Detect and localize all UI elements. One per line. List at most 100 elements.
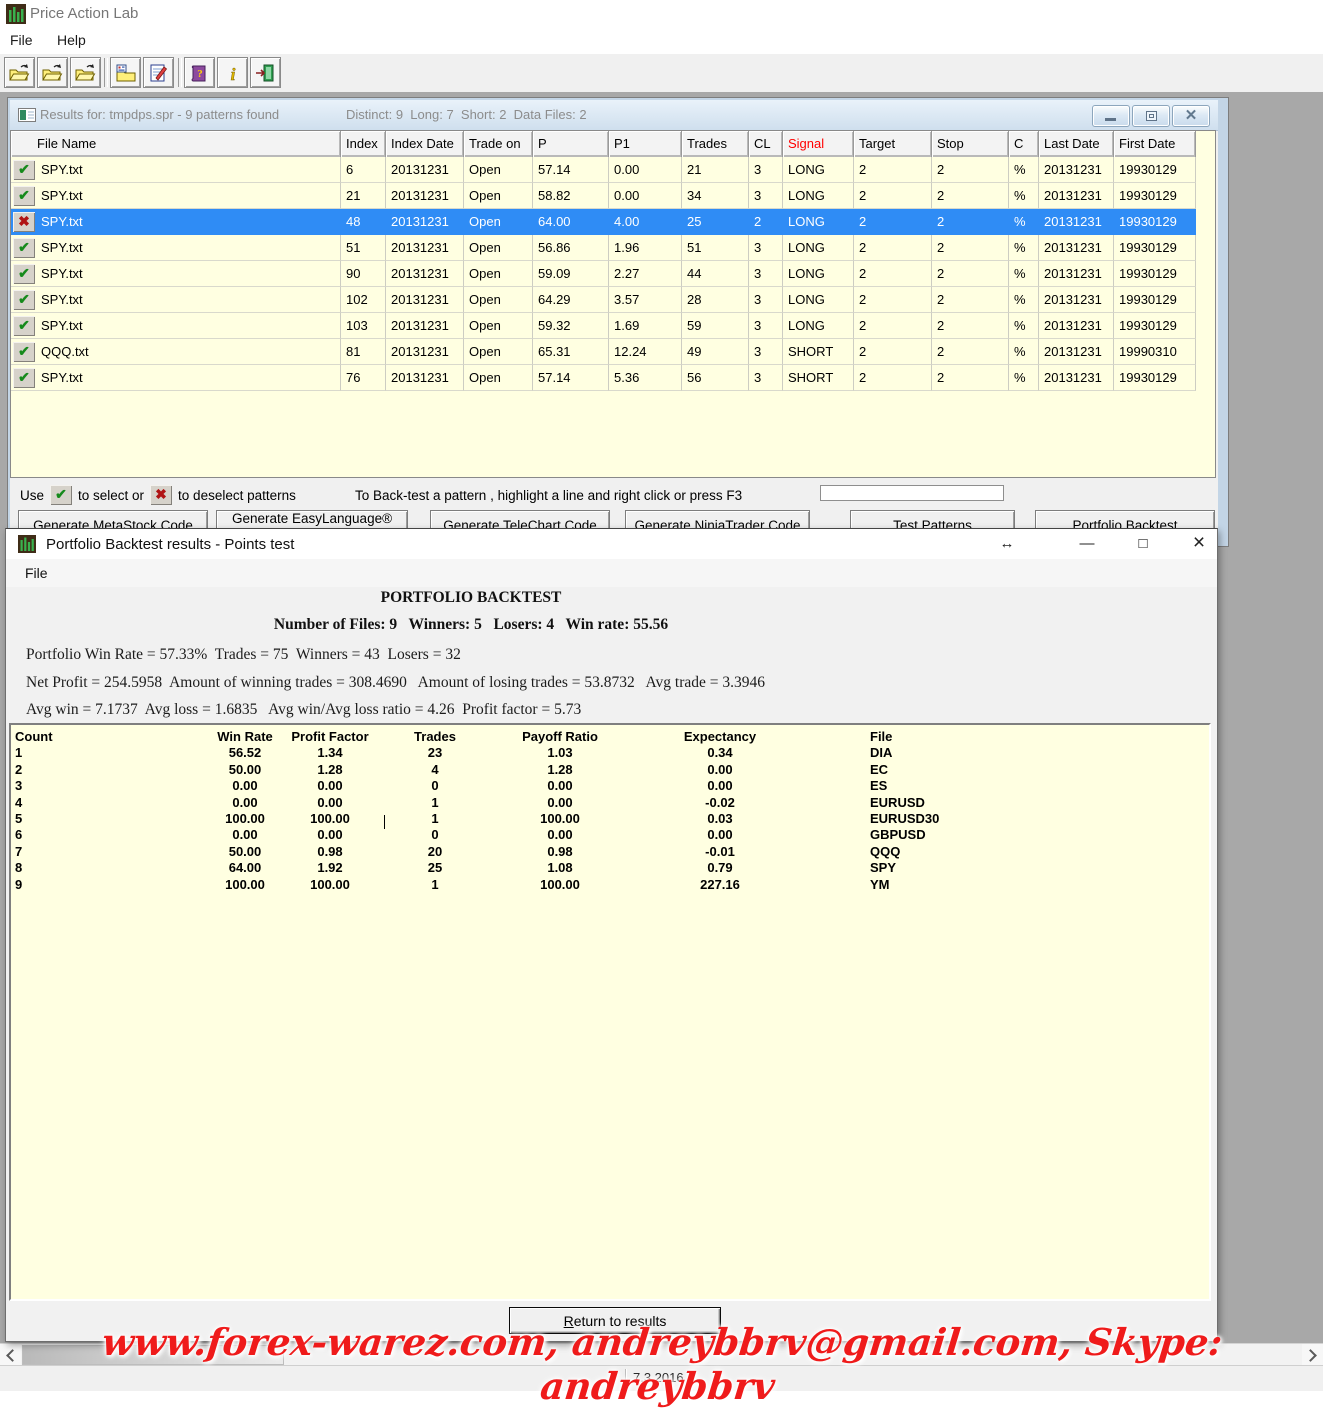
cell: SHORT [783,365,854,391]
stat-line: Avg win = 7.1737 Avg loss = 1.6835 Avg w… [26,696,765,724]
cell: LONG [783,313,854,339]
column-header-trade-on[interactable]: Trade on [464,131,533,157]
results-window-titlebar[interactable]: Results for: tmpdps.spr - 9 patterns fou… [10,100,1218,131]
column-header-p[interactable]: P [533,131,609,157]
maximize-icon[interactable]: □ [1126,529,1160,558]
horizontal-scrollbar[interactable] [0,1343,1323,1366]
edit-note-icon [147,62,171,84]
scroll-right-button[interactable] [1302,1344,1323,1366]
pattern-row[interactable]: ✔SPY.txt7620131231Open57.145.36563SHORT2… [11,365,1196,391]
column-header-c[interactable]: C [1009,131,1039,157]
column-header-index[interactable]: Index [341,131,386,157]
edit-note-button[interactable] [143,57,174,88]
results-restore-button[interactable] [1132,105,1170,127]
cell: 59.32 [533,313,609,339]
cell: 3 [749,157,783,183]
cell: 65.31 [533,339,609,365]
menu-help[interactable]: Help [47,28,96,52]
check-icon[interactable]: ✔ [13,160,35,180]
close-icon[interactable]: × [1182,529,1216,558]
check-icon[interactable]: ✔ [13,316,35,336]
progress-bar [820,485,1004,501]
cell: 102 [341,287,386,313]
open-folder-icon [8,62,32,84]
column-header-p1[interactable]: P1 [609,131,682,157]
pattern-row[interactable]: ✔SPY.txt2120131231Open58.820.00343LONG22… [11,183,1196,209]
open-file-button-3[interactable] [70,57,101,88]
backtest-cell: SPY [810,860,896,876]
scroll-left-button[interactable] [0,1344,21,1366]
check-icon[interactable]: ✔ [13,342,35,362]
cross-icon[interactable]: ✖ [13,212,35,232]
backtest-cell: 0.98 [280,844,380,860]
backtest-cell: 1 [380,795,490,811]
results-close-button[interactable]: ✕ [1172,105,1210,127]
chevron-left-icon [6,1349,19,1362]
check-icon[interactable]: ✔ [13,238,35,258]
check-icon[interactable]: ✔ [13,264,35,284]
check-icon[interactable]: ✔ [13,368,35,388]
backtest-window-titlebar[interactable]: Portfolio Backtest results - Points test… [6,529,1217,559]
file-name: SPY.txt [41,209,83,234]
resize-icon[interactable]: ↔ [990,529,1024,558]
cell: 1.69 [609,313,682,339]
cell: 2 [854,183,932,209]
backtest-subheading: Number of Files: 9 Winners: 5 Losers: 4 … [6,616,936,634]
results-minimize-button[interactable] [1092,105,1130,127]
pattern-row[interactable]: ✔SPY.txt10220131231Open64.293.57283LONG2… [11,287,1196,313]
pattern-row[interactable]: ✖SPY.txt4820131231Open64.004.00252LONG22… [11,209,1196,235]
help-book-button[interactable]: ? [184,57,215,88]
open-file-button-2[interactable] [37,57,68,88]
cell: 25 [682,209,749,235]
column-header-last-date[interactable]: Last Date [1039,131,1114,157]
backtest-cell: 50.00 [210,844,280,860]
column-header-file-name[interactable]: File Name [11,131,341,157]
scrollbar-thumb[interactable] [22,1345,284,1365]
pattern-row[interactable]: ✔SPY.txt620131231Open57.140.00213LONG22%… [11,157,1196,183]
cell: LONG [783,157,854,183]
return-to-results-button[interactable]: Return to results [509,1307,721,1334]
column-header-target[interactable]: Target [854,131,932,157]
backtest-cell: 4 [11,795,210,811]
exit-door-button[interactable] [250,57,281,88]
backtest-row: 156.521.34231.030.34DIA [11,745,1209,761]
column-header-cl[interactable]: CL [749,131,783,157]
backtest-cell: 23 [380,745,490,761]
about-info-button[interactable]: i [217,57,248,88]
backtest-row: 750.000.98200.98-0.01QQQ [11,844,1209,860]
cell: Open [464,261,533,287]
backtest-cell: -0.01 [630,844,810,860]
column-header-first-date[interactable]: First Date [1114,131,1196,157]
backtest-cell: GBPUSD [810,827,926,843]
column-header-stop[interactable]: Stop [932,131,1009,157]
open-file-button-1[interactable] [4,57,35,88]
cell: 59.09 [533,261,609,287]
backtest-cell: 0.00 [210,795,280,811]
column-header-index-date[interactable]: Index Date [386,131,464,157]
cell: 3 [749,183,783,209]
minimize-icon [1105,118,1116,121]
column-header-trades[interactable]: Trades [682,131,749,157]
backtest-menu-file[interactable]: File [19,563,54,583]
check-icon[interactable]: ✔ [13,186,35,206]
backtest-cell: 1.34 [280,745,380,761]
menu-file[interactable]: File [0,28,43,52]
backtest-row: 60.000.0000.000.00GBPUSD [11,827,1209,843]
pattern-row[interactable]: ✔SPY.txt9020131231Open59.092.27443LONG22… [11,261,1196,287]
column-header-signal[interactable]: Signal [783,131,854,157]
cell: 59 [682,313,749,339]
pattern-row[interactable]: ✔SPY.txt5120131231Open56.861.96513LONG22… [11,235,1196,261]
cell: % [1009,209,1039,235]
cell: 20131231 [1039,157,1114,183]
backtest-cell: 0.00 [630,762,810,778]
backtest-window-title: Portfolio Backtest results - Points test [46,536,294,553]
backtest-cell: 7 [11,844,210,860]
scan-folder-icon [114,62,138,84]
pattern-row[interactable]: ✔QQQ.txt8120131231Open65.3112.24493SHORT… [11,339,1196,365]
backtest-row: 5100.00100.001100.000.03EURUSD30 [11,811,1209,827]
backtest-cell: 0.00 [490,827,630,843]
minimize-icon[interactable]: — [1070,529,1104,558]
check-icon[interactable]: ✔ [13,290,35,310]
scan-folder-button[interactable] [110,57,141,88]
pattern-row[interactable]: ✔SPY.txt10320131231Open59.321.69593LONG2… [11,313,1196,339]
